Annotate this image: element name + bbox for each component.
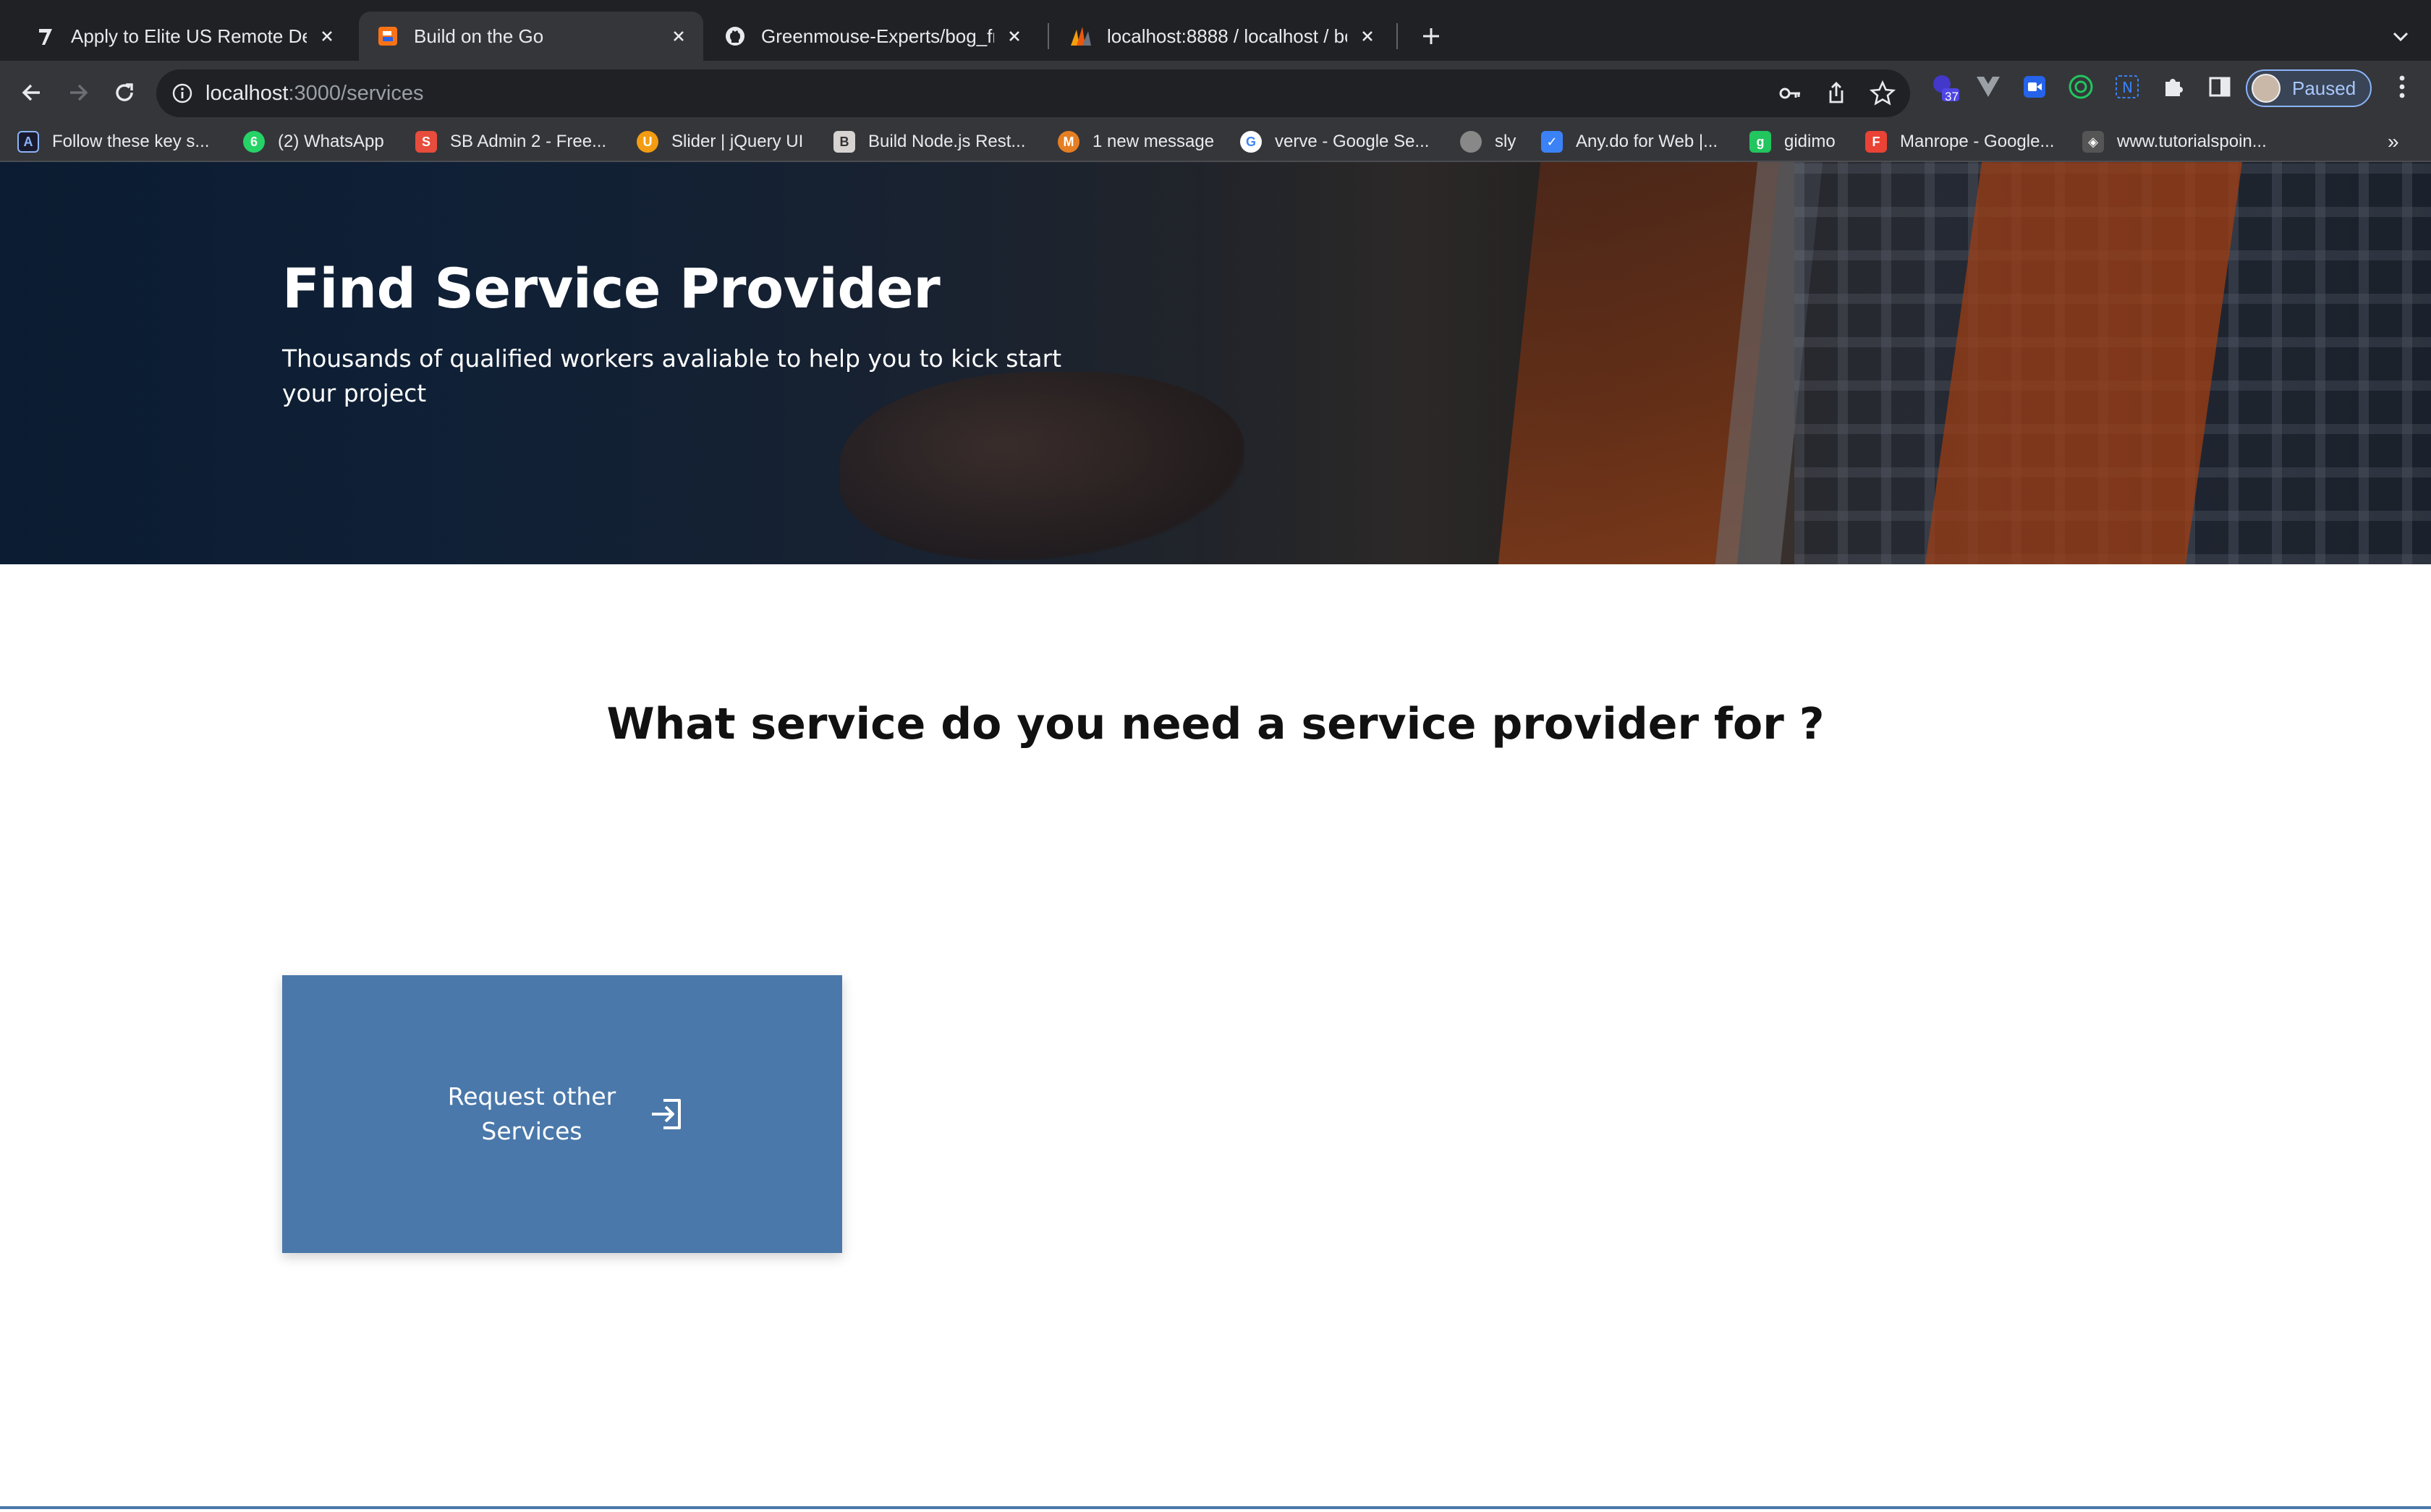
bookmark-label: www.tutorialspoin... (2117, 132, 2267, 151)
bookmark-item[interactable]: U Slider | jQuery UI (637, 122, 803, 162)
vue-devtools-icon[interactable] (1974, 72, 2003, 101)
bookmark-item[interactable]: B Build Node.js Rest... (833, 122, 1025, 162)
bookmark-label: Any.do for Web |... (1576, 132, 1718, 151)
bookmark-label: gidimo (1784, 132, 1836, 151)
bookmark-label: Manrope - Google... (1900, 132, 2055, 151)
tab-github-repo[interactable]: Greenmouse-Experts/bog_fron (706, 12, 1039, 61)
url-path: :3000/services (288, 82, 424, 105)
more-bookmarks-button[interactable]: » (2388, 122, 2399, 162)
bookmark-label: (2) WhatsApp (278, 132, 384, 151)
bookmark-favicon-icon: A (17, 131, 39, 153)
bookmark-favicon-icon: g (1749, 131, 1771, 153)
reload-button[interactable] (104, 72, 145, 113)
plus-icon (1423, 28, 1439, 44)
anydo-icon: ✓ (1541, 131, 1563, 153)
kebab-menu-icon (2399, 75, 2405, 98)
tab-title: Build on the Go (414, 25, 544, 47)
close-tab-icon[interactable] (1356, 25, 1379, 48)
close-tab-icon[interactable] (315, 25, 339, 48)
close-tab-icon[interactable] (1003, 25, 1026, 48)
bookmark-label: sly (1495, 132, 1516, 151)
bookmark-favicon-icon: ◈ (2082, 131, 2104, 153)
bookmark-item[interactable]: S SB Admin 2 - Free... (415, 122, 606, 162)
forward-button[interactable] (58, 72, 98, 113)
new-tab-button[interactable] (1415, 20, 1447, 52)
bookmark-label: Build Node.js Rest... (868, 132, 1026, 151)
whatsapp-icon: 6 (243, 131, 265, 153)
bookmark-item[interactable]: g gidimo (1749, 122, 1836, 162)
tab-separator (1396, 23, 1398, 49)
password-key-icon[interactable] (1777, 80, 1803, 106)
tab-phpmyadmin[interactable]: localhost:8888 / localhost / bo (1052, 12, 1392, 61)
arrow-right-icon (70, 84, 88, 101)
url-host: localhost (205, 82, 289, 105)
share-icon[interactable] (1823, 80, 1849, 106)
google-icon: G (1240, 131, 1262, 153)
login-icon (652, 1099, 681, 1129)
extensions-puzzle-icon[interactable] (2159, 72, 2188, 101)
turing-favicon-icon (33, 25, 56, 48)
bookmark-favicon-icon: S (415, 131, 437, 153)
reload-icon (116, 83, 133, 101)
bookmark-item[interactable]: ✓ Any.do for Web |... (1541, 122, 1718, 162)
hero-subtitle: Thousands of qualified workers avaliable… (282, 344, 1062, 407)
browser-menu-button[interactable] (2388, 72, 2417, 101)
profile-status: Paused (2292, 77, 2356, 99)
bookmark-item[interactable]: F Manrope - Google... (1865, 122, 2054, 162)
footer-divider (0, 1506, 2431, 1509)
tab-strip: Apply to Elite US Remote Devel Build on … (0, 0, 2431, 61)
hero-banner: Find Service Provider Thousands of quali… (0, 162, 2431, 564)
tab-title: Greenmouse-Experts/bog_fron (761, 25, 994, 47)
card-label: Request other Services (447, 1082, 616, 1145)
hero-title: Find Service Provider (282, 256, 941, 320)
chevron-down-icon (2393, 32, 2409, 42)
tab-elite-remote[interactable]: Apply to Elite US Remote Devel (16, 12, 352, 61)
bookmark-favicon-icon: B (833, 131, 855, 153)
tab-separator (1048, 23, 1049, 49)
service-question-heading: What service do you need a service provi… (606, 699, 1825, 749)
bookmark-item[interactable]: M 1 new message (1058, 122, 1214, 162)
tab-build-on-the-go[interactable]: Build on the Go (359, 12, 703, 61)
bookmark-label: Slider | jQuery UI (671, 132, 804, 151)
request-other-services-card[interactable]: Request other Services (282, 975, 842, 1253)
phpmyadmin-icon (1069, 25, 1093, 48)
grammarly-icon[interactable] (2066, 72, 2095, 101)
bookmarks-bar: A Follow these key s... 6 (2) WhatsApp S SB… (0, 122, 2431, 162)
bog-favicon-icon (376, 25, 399, 48)
bookmark-item[interactable]: 6 (2) WhatsApp (243, 122, 384, 162)
close-tab-icon[interactable] (667, 25, 690, 48)
bookmark-label: SB Admin 2 - Free... (450, 132, 607, 151)
github-icon (724, 25, 747, 48)
bookmark-label: Follow these key s... (52, 132, 210, 151)
avatar (2252, 74, 2281, 103)
url-text: localhost:3000/services (205, 80, 423, 106)
tab-title: Apply to Elite US Remote Devel (71, 25, 307, 47)
notion-extension-icon[interactable]: N (2113, 72, 2142, 101)
bookmark-star-icon[interactable] (1869, 80, 1896, 106)
svg-text:N: N (2122, 79, 2133, 96)
globe-icon (1460, 131, 1482, 153)
google-fonts-icon: F (1865, 131, 1887, 153)
site-info-icon[interactable] (169, 80, 195, 106)
bookmark-favicon-icon: M (1058, 131, 1079, 153)
back-button[interactable] (12, 72, 52, 113)
extension-badge-count: 37 (1945, 90, 1959, 103)
side-panel-icon[interactable] (2205, 72, 2234, 101)
bookmark-item[interactable]: A Follow these key s... (17, 122, 209, 162)
bookmark-label: 1 new message (1093, 132, 1215, 151)
screen-recorder-icon[interactable] (2020, 72, 2049, 101)
address-bar[interactable]: localhost:3000/services (156, 69, 1910, 117)
profile-button[interactable]: Paused (2246, 69, 2372, 107)
tab-title: localhost:8888 / localhost / bo (1107, 25, 1347, 47)
bookmark-item[interactable]: Gverve - Google Se... (1240, 122, 1429, 162)
jquery-ui-icon: U (637, 131, 658, 153)
bookmark-label: verve - Google Se... (1275, 132, 1430, 151)
arrow-left-icon (22, 84, 40, 101)
bookmark-item[interactable]: sly (1460, 122, 1516, 162)
bookmark-item[interactable]: ◈ www.tutorialspoin... (2082, 122, 2267, 162)
tab-search-button[interactable] (2385, 20, 2417, 52)
